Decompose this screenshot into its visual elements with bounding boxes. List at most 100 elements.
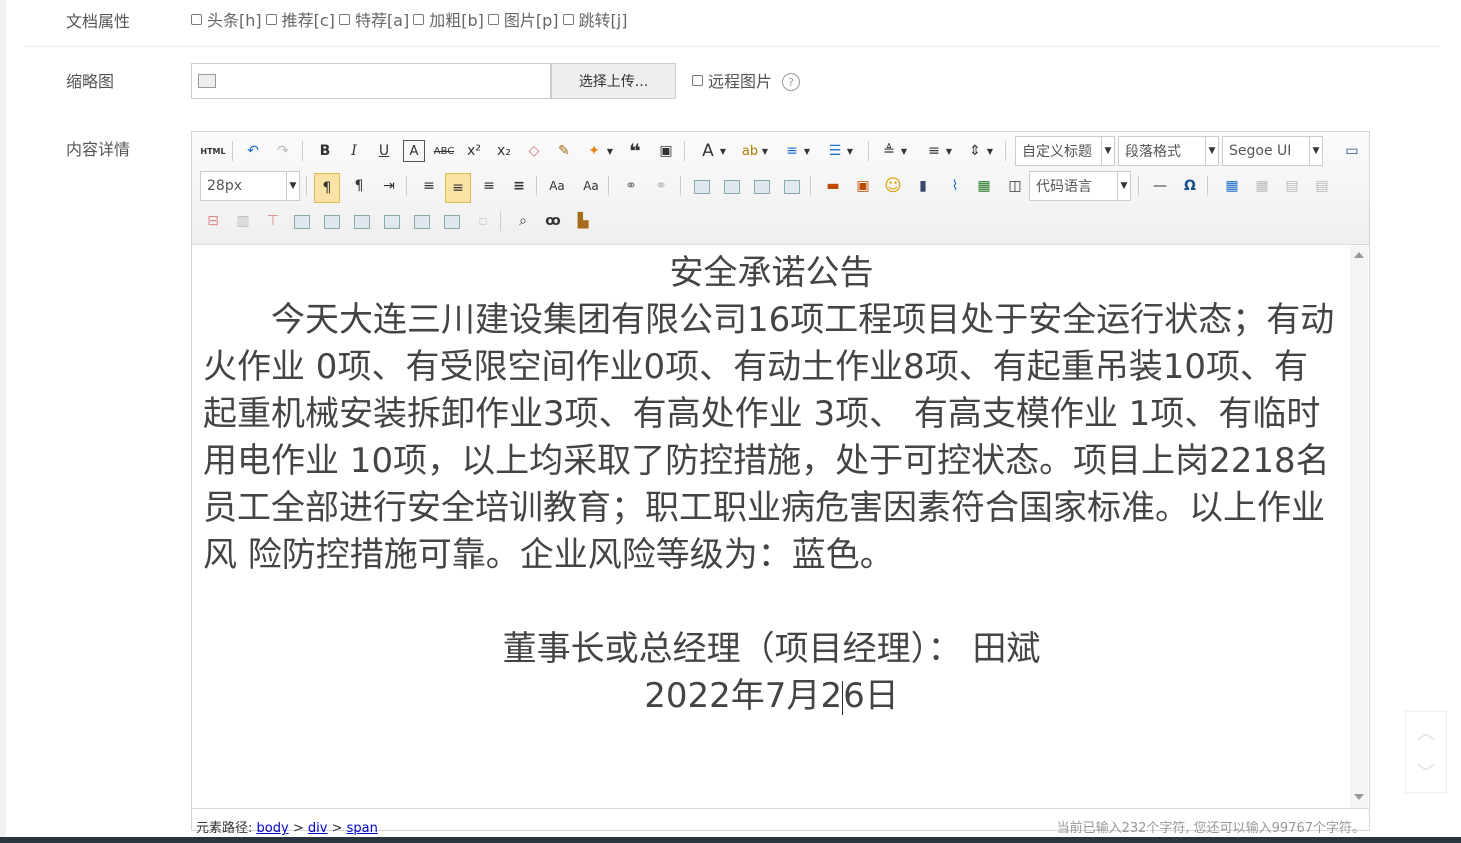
uppercase-icon[interactable]: Aa [546, 175, 568, 197]
font-border-icon[interactable]: A [403, 140, 425, 162]
superscript-icon[interactable]: x² [463, 140, 485, 162]
image-left-icon[interactable] [724, 180, 740, 194]
delete-col-icon[interactable]: ⊤ [262, 210, 284, 232]
align-center-icon[interactable]: ≡ [445, 173, 471, 203]
unlink-icon[interactable]: ⚭ [650, 175, 672, 197]
row-spacing-top-icon[interactable]: ≜ [878, 140, 900, 162]
insert-frame-icon[interactable]: ◫ [1004, 175, 1026, 197]
undo-icon[interactable]: ↶ [242, 140, 264, 162]
paragraph-format-select[interactable]: 段落格式 ▼ [1118, 136, 1219, 166]
scroll-down-icon[interactable] [1354, 794, 1364, 800]
checkbox[interactable] [487, 13, 499, 25]
scroll-up-icon[interactable] [1354, 252, 1364, 258]
line-height-icon[interactable]: ⇕ [964, 140, 986, 162]
indent-icon[interactable]: ⇥ [378, 175, 400, 197]
drafts-icon[interactable]: ▙ [572, 210, 594, 232]
insert-row-icon[interactable]: ▤ [1311, 175, 1333, 197]
split-to-rows-icon[interactable] [414, 215, 430, 229]
chart-icon[interactable]: ▫ [472, 210, 494, 232]
path-body-link[interactable]: body [257, 821, 289, 836]
row-spacing-bottom-icon[interactable]: ≡ [923, 140, 945, 162]
simple-upload-icon[interactable]: ▬ [822, 175, 844, 197]
attachment-icon[interactable]: ⌇ [944, 175, 966, 197]
subscript-icon[interactable]: x₂ [493, 140, 515, 162]
attr-bold[interactable]: 加粗[b] [413, 7, 484, 31]
unordered-list-icon[interactable]: ☰ [824, 140, 846, 162]
image-none-icon[interactable] [694, 180, 710, 194]
highlight-icon[interactable]: ab [739, 140, 761, 162]
strikethrough-icon[interactable]: ABC [433, 140, 455, 162]
insert-paragraph-before-table-icon[interactable]: ▤ [1281, 175, 1303, 197]
paste-plain-icon[interactable]: ▣ [655, 140, 677, 162]
ltr-direction-icon[interactable]: ¶ [314, 173, 340, 203]
code-language-select[interactable]: 代码语言 ▼ [1029, 171, 1131, 201]
rtl-direction-icon[interactable]: ¶ [348, 175, 370, 197]
merge-right-icon[interactable] [324, 215, 340, 229]
merge-cells-icon[interactable] [294, 215, 310, 229]
help-icon[interactable]: ? [782, 73, 801, 91]
map-icon[interactable]: ▦ [973, 175, 995, 197]
search-replace-icon[interactable]: ꝏ [542, 210, 564, 232]
attr-recommend[interactable]: 推荐[c] [265, 7, 335, 31]
remote-image-checkbox[interactable] [692, 74, 703, 86]
image-right-icon[interactable] [754, 180, 770, 194]
italic-icon[interactable]: I [343, 140, 365, 162]
chevron-down-icon[interactable]: ▼ [844, 140, 856, 162]
align-left-icon[interactable]: ≡ [418, 175, 440, 197]
editor-scrollbar[interactable] [1350, 246, 1368, 808]
scroll-bottom-icon[interactable]: ﹀ [1406, 752, 1446, 792]
path-span-link[interactable]: span [347, 821, 378, 836]
format-painter-icon[interactable]: ✎ [553, 140, 575, 162]
editor-content[interactable]: 安全承诺公告 今天大连三川建设集团有限公司16项工程项目处于安全运行状态；有动火… [193, 246, 1350, 808]
chevron-down-icon[interactable]: ▼ [604, 140, 616, 162]
chevron-down-icon[interactable]: ▼ [898, 140, 910, 162]
chevron-down-icon[interactable]: ▼ [801, 140, 813, 162]
attr-headline[interactable]: 头条[h] [191, 7, 262, 31]
scroll-top-icon[interactable]: ︿ [1406, 712, 1446, 752]
lowercase-icon[interactable]: Aa [580, 175, 602, 197]
checkbox[interactable] [338, 13, 350, 25]
justify-icon[interactable]: ≡ [508, 175, 530, 197]
attr-special[interactable]: 特荐[a] [338, 7, 409, 31]
chevron-down-icon[interactable]: ▼ [943, 140, 955, 162]
path-div-link[interactable]: div [308, 821, 328, 836]
image-center-icon[interactable] [784, 180, 800, 194]
html-source-button[interactable]: HTML [200, 140, 226, 162]
custom-title-select[interactable]: 自定义标题 ▼ [1015, 136, 1115, 166]
split-to-cells-icon[interactable] [384, 215, 400, 229]
underline-icon[interactable]: U [373, 140, 395, 162]
eraser-icon[interactable]: ◇ [523, 140, 545, 162]
link-icon[interactable]: ⚭ [620, 175, 642, 197]
thumbnail-input[interactable] [191, 63, 551, 99]
chevron-down-icon[interactable]: ▼ [717, 140, 729, 162]
merge-down-icon[interactable] [354, 215, 370, 229]
chevron-down-icon[interactable]: ▼ [759, 140, 771, 162]
preview-icon[interactable]: ⌕ [512, 210, 534, 232]
font-size-select[interactable]: 28px ▼ [200, 171, 300, 201]
checkbox[interactable] [265, 13, 277, 25]
delete-table-icon[interactable]: ▦ [1251, 175, 1273, 197]
font-color-icon[interactable]: A [697, 140, 719, 162]
ordered-list-icon[interactable]: ≡ [781, 140, 803, 162]
fullscreen-icon[interactable]: ▭ [1341, 140, 1363, 162]
attr-image[interactable]: 图片[p] [487, 7, 559, 31]
split-to-cols-icon[interactable] [444, 215, 460, 229]
emotion-icon[interactable]: ☺ [882, 175, 904, 197]
special-chars-icon[interactable]: Ω [1179, 175, 1201, 197]
attr-jump[interactable]: 跳转[j] [562, 7, 627, 31]
horizontal-rule-icon[interactable]: — [1149, 175, 1171, 197]
remote-image-option[interactable]: 远程图片 ? [692, 68, 801, 92]
redo-icon[interactable]: ↷ [272, 140, 294, 162]
insert-video-icon[interactable]: ▮ [912, 175, 934, 197]
align-right-icon[interactable]: ≡ [478, 175, 500, 197]
chevron-down-icon[interactable]: ▼ [984, 140, 996, 162]
checkbox[interactable] [413, 13, 425, 25]
checkbox[interactable] [191, 13, 202, 25]
insert-image-icon[interactable]: ▣ [852, 175, 874, 197]
font-family-select[interactable]: Segoe UI ▼ [1222, 136, 1323, 166]
checkbox[interactable] [562, 13, 574, 25]
blockquote-icon[interactable]: ❝ [624, 139, 646, 163]
upload-button[interactable]: 选择上传... [551, 63, 676, 99]
auto-format-icon[interactable]: ✦ [583, 140, 605, 162]
delete-row-icon[interactable]: ⊟ [202, 210, 224, 232]
